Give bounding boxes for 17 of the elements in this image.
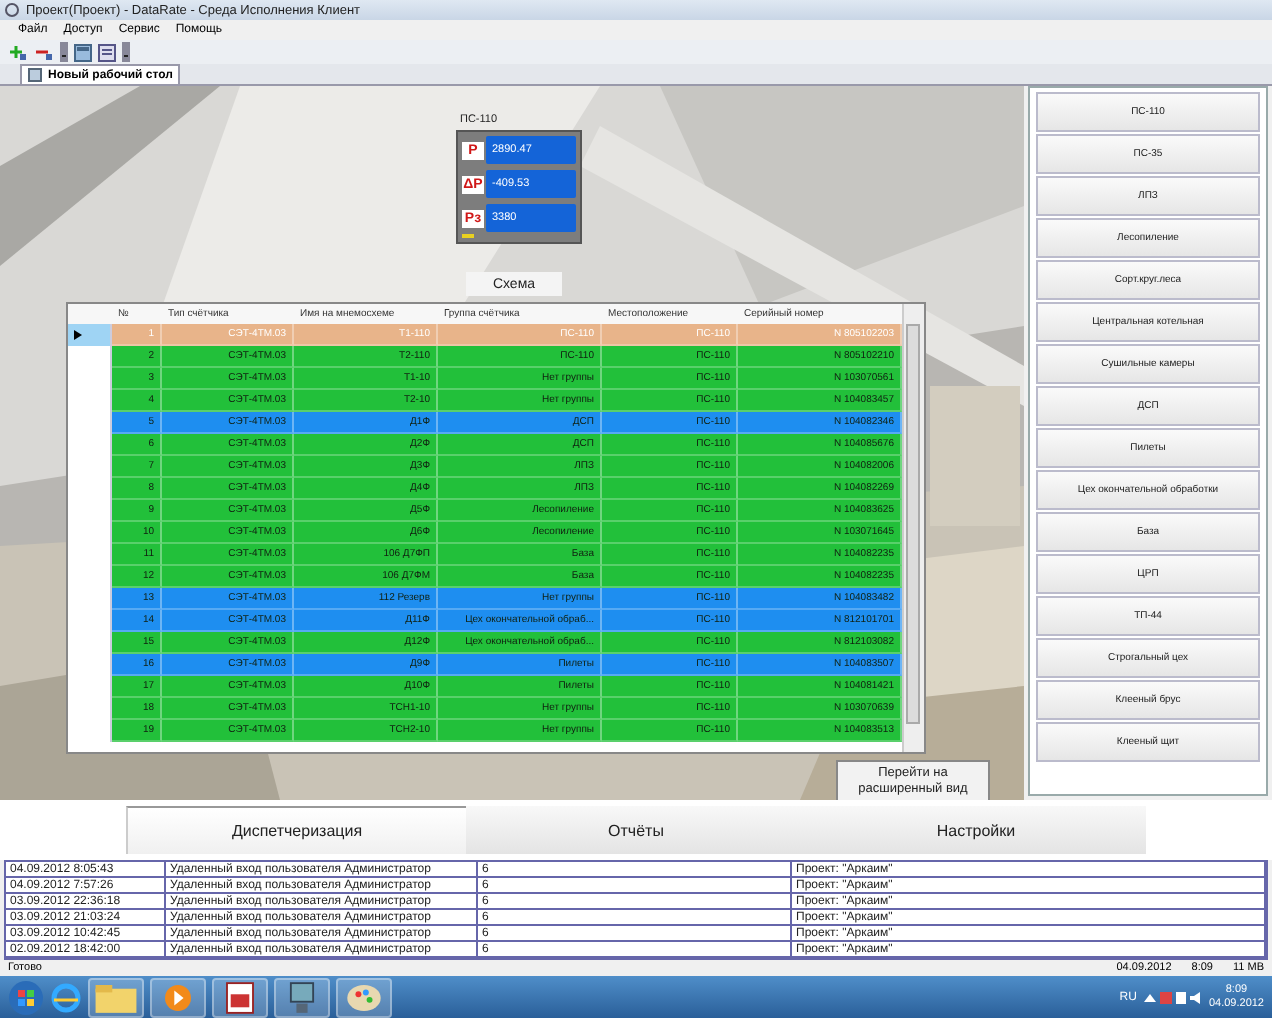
dropdown-icon[interactable] [60, 42, 68, 62]
globe-icon[interactable] [50, 981, 82, 1013]
tray-icons[interactable] [1142, 989, 1203, 1005]
scrollbar[interactable] [902, 304, 924, 752]
add-icon[interactable] [8, 43, 28, 61]
dropdown-icon[interactable] [122, 42, 130, 62]
indicator-mark [462, 234, 474, 238]
start-icon[interactable] [8, 979, 44, 1015]
tab[interactable]: Диспетчеризация [126, 806, 466, 854]
row-header[interactable] [68, 324, 112, 346]
current-row-icon [74, 330, 82, 340]
tab[interactable]: Отчёты [466, 806, 806, 854]
tab[interactable]: Настройки [806, 806, 1146, 854]
desktop-icon [28, 68, 42, 82]
window-icon[interactable] [74, 43, 92, 61]
document-icon[interactable] [98, 43, 116, 61]
app-icon [4, 2, 20, 18]
